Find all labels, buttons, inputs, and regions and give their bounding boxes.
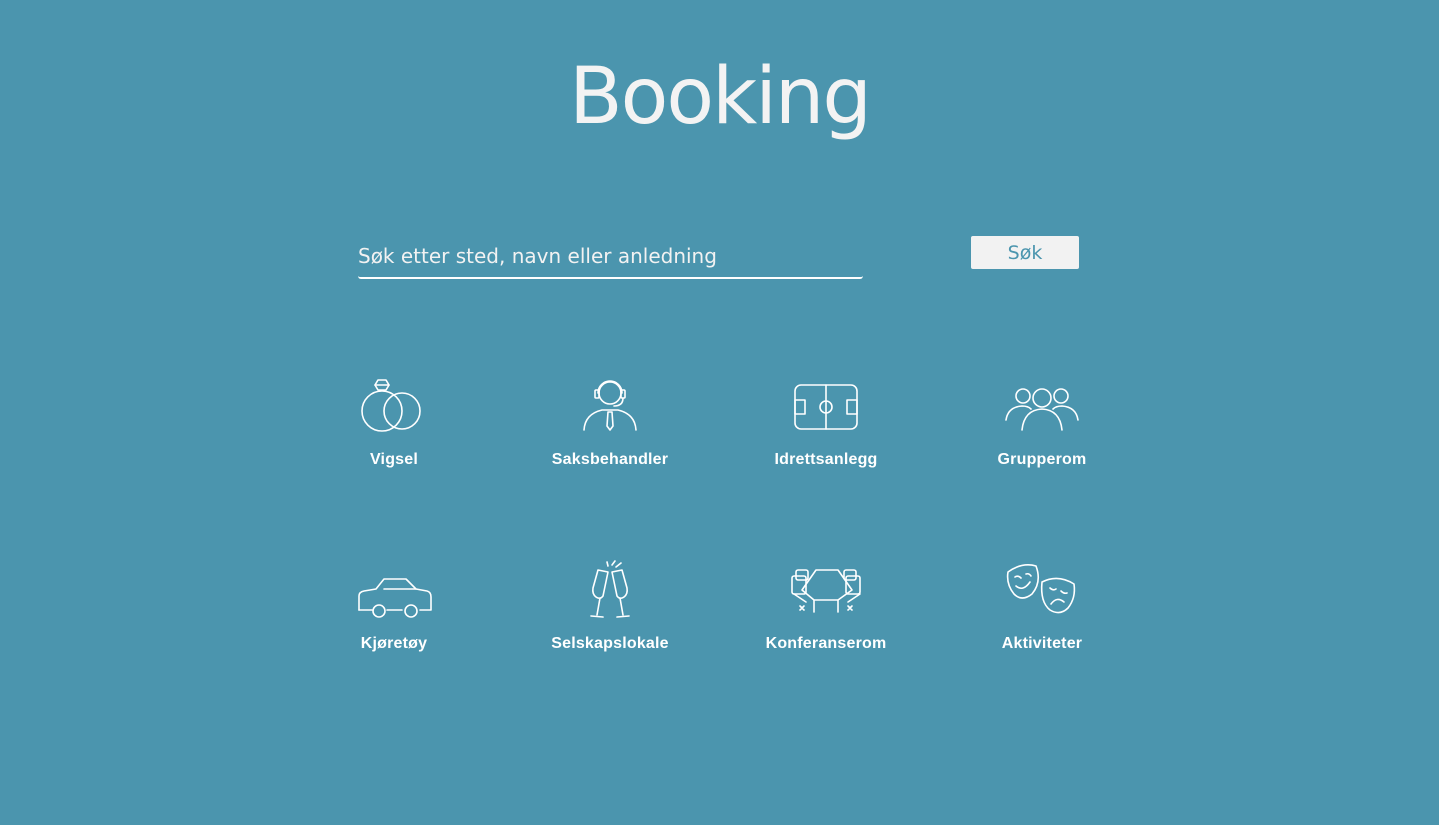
- category-vigsel[interactable]: Vigsel: [304, 376, 484, 486]
- car-icon: [354, 560, 434, 624]
- category-selskapslokale[interactable]: Selskapslokale: [520, 560, 700, 670]
- category-label: Aktiviteter: [1001, 635, 1083, 652]
- page-title: Booking: [569, 52, 872, 142]
- category-aktiviteter[interactable]: Aktiviteter: [952, 560, 1132, 670]
- champagne-toast-icon: [570, 560, 650, 624]
- category-label: Kjøretøy: [360, 635, 428, 652]
- search-input[interactable]: [358, 240, 863, 272]
- category-label: Selskapslokale: [551, 635, 669, 652]
- booking-page: Booking Søk Vigsel: [0, 0, 1439, 825]
- category-kjoretoy[interactable]: Kjøretøy: [304, 560, 484, 670]
- category-saksbehandler[interactable]: Saksbehandler: [520, 376, 700, 486]
- category-grupperom[interactable]: Grupperom: [952, 376, 1132, 486]
- case-officer-headset-icon: [570, 376, 650, 440]
- category-label: Konferanserom: [765, 635, 887, 652]
- sports-field-icon: [786, 376, 866, 440]
- theater-masks-icon: [1002, 560, 1082, 624]
- wedding-rings-icon: [354, 376, 434, 440]
- category-label: Grupperom: [997, 451, 1087, 468]
- search-field: [358, 240, 863, 279]
- category-konferanserom[interactable]: Konferanserom: [736, 560, 916, 670]
- category-label: Saksbehandler: [551, 451, 669, 468]
- search-button[interactable]: Søk: [971, 236, 1079, 269]
- category-label: Idrettsanlegg: [774, 451, 878, 468]
- conference-table-icon: [786, 560, 866, 624]
- category-label: Vigsel: [369, 451, 419, 468]
- group-people-icon: [1002, 376, 1082, 440]
- category-idrettsanlegg[interactable]: Idrettsanlegg: [736, 376, 916, 486]
